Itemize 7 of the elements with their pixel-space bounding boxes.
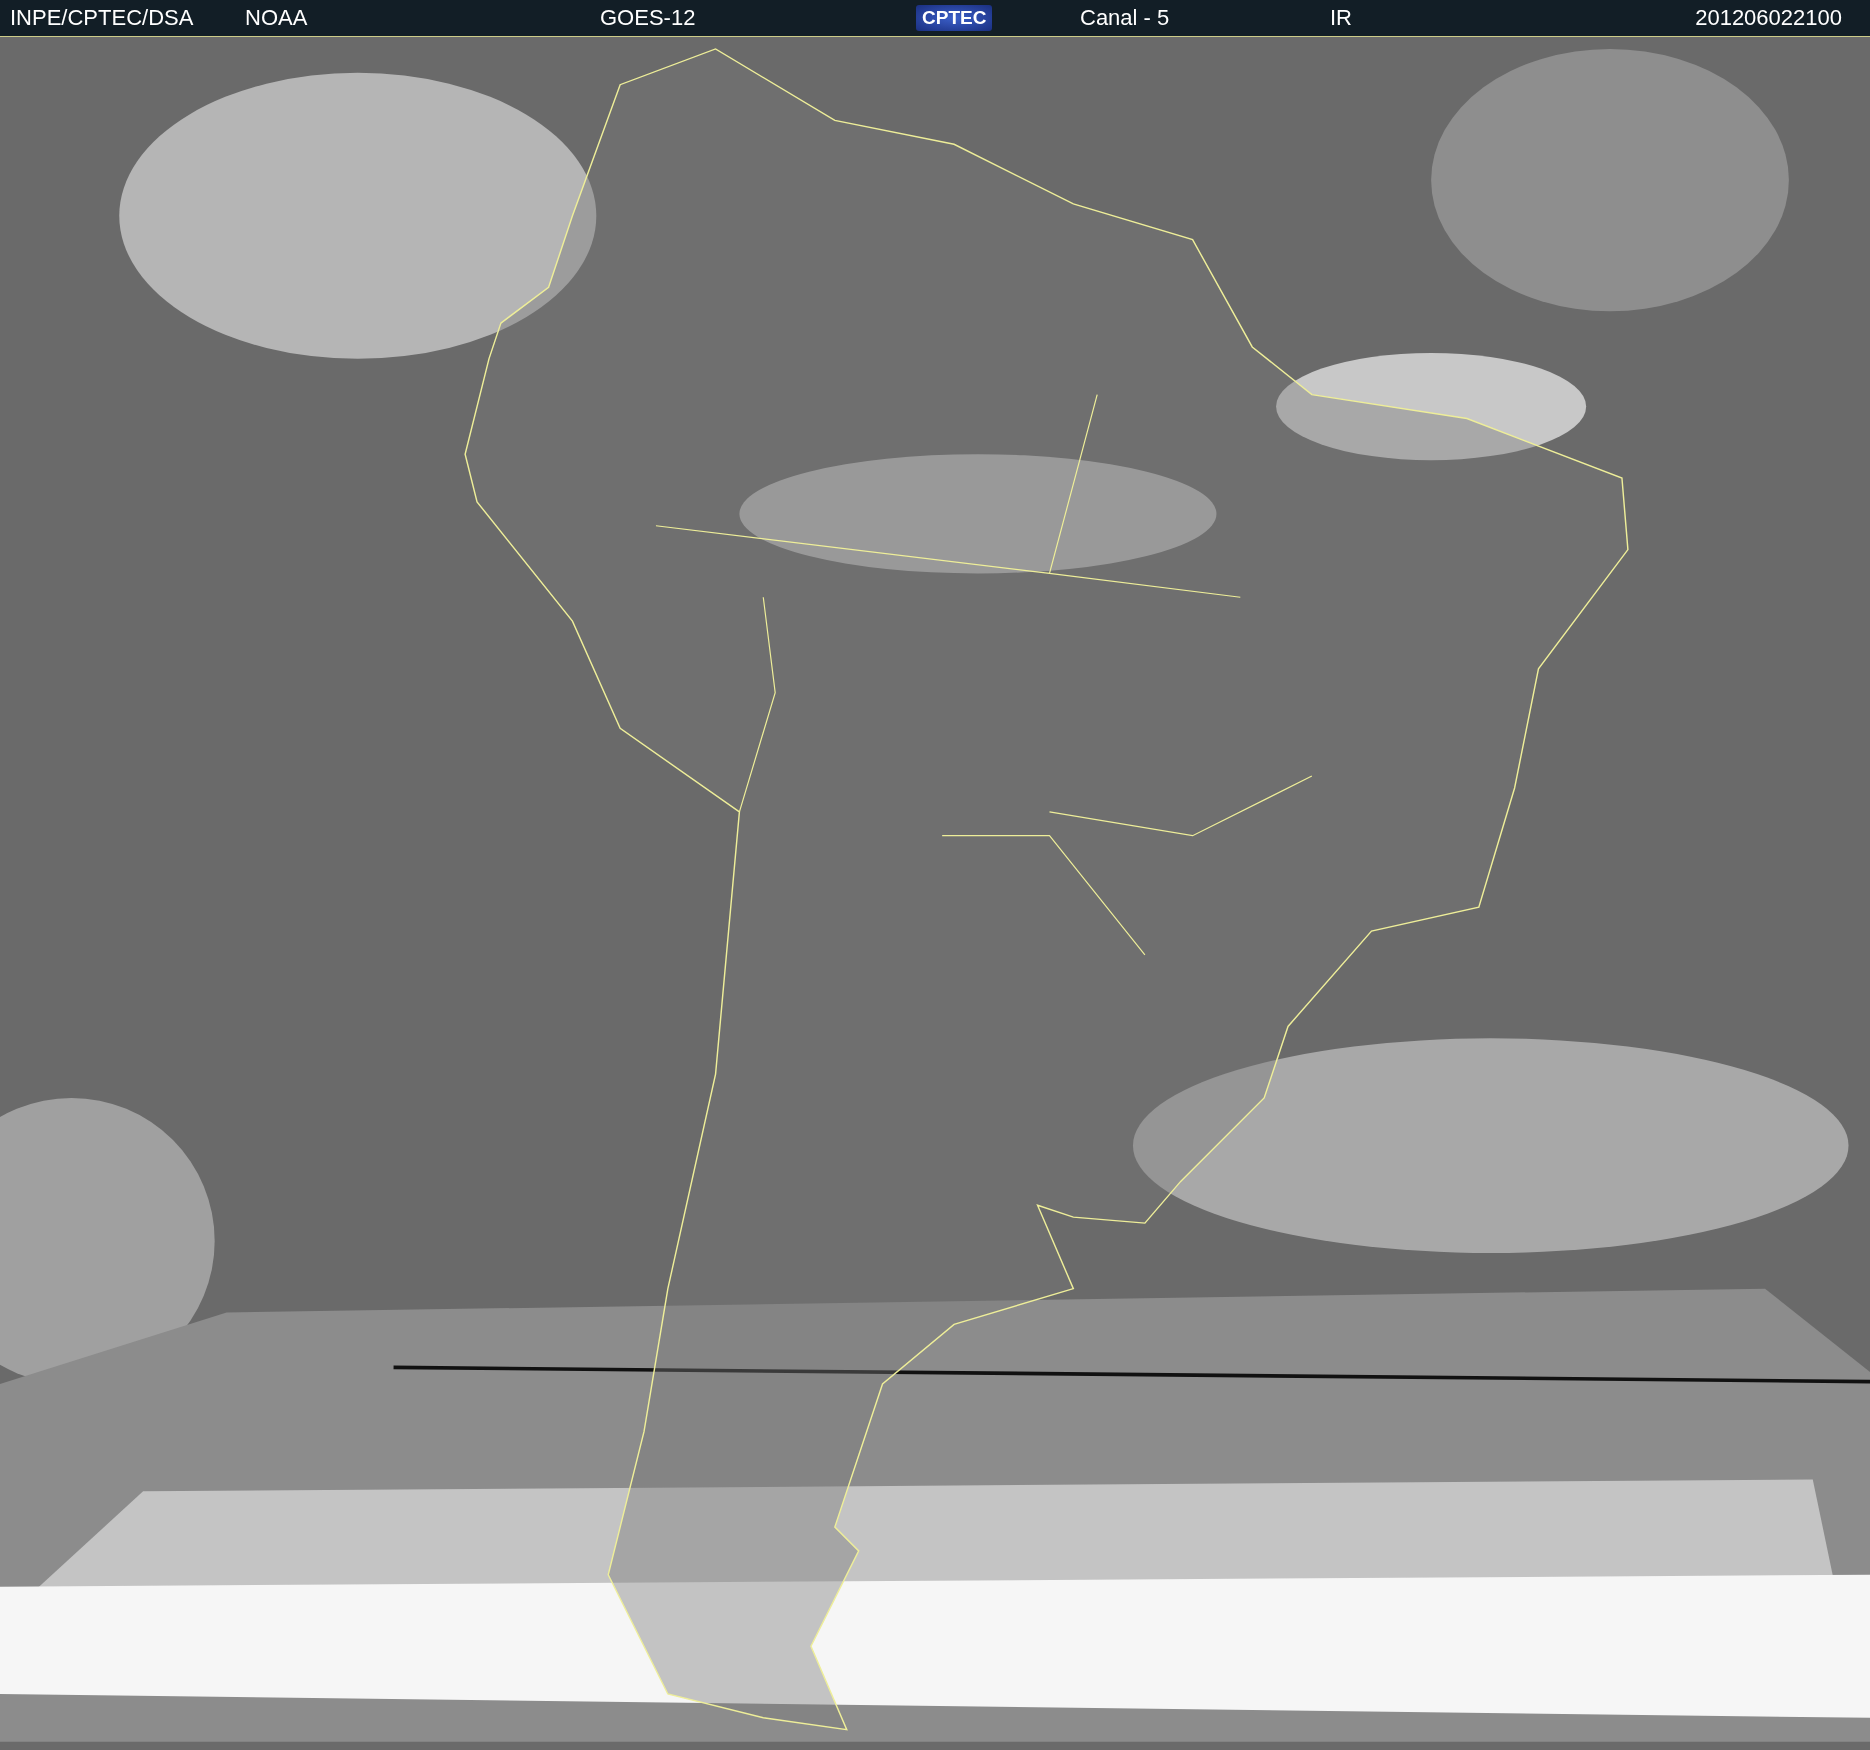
agency-label: NOAA [245,5,308,31]
satellite-label: GOES-12 [600,5,696,31]
agency-label: INPE/CPTEC/DSA [10,5,194,31]
logo: CPTEC [916,5,993,31]
timestamp: 201206022100 [1695,5,1842,31]
channel-label: Canal - 5 [1080,5,1170,31]
band-label: IR [1330,5,1352,31]
